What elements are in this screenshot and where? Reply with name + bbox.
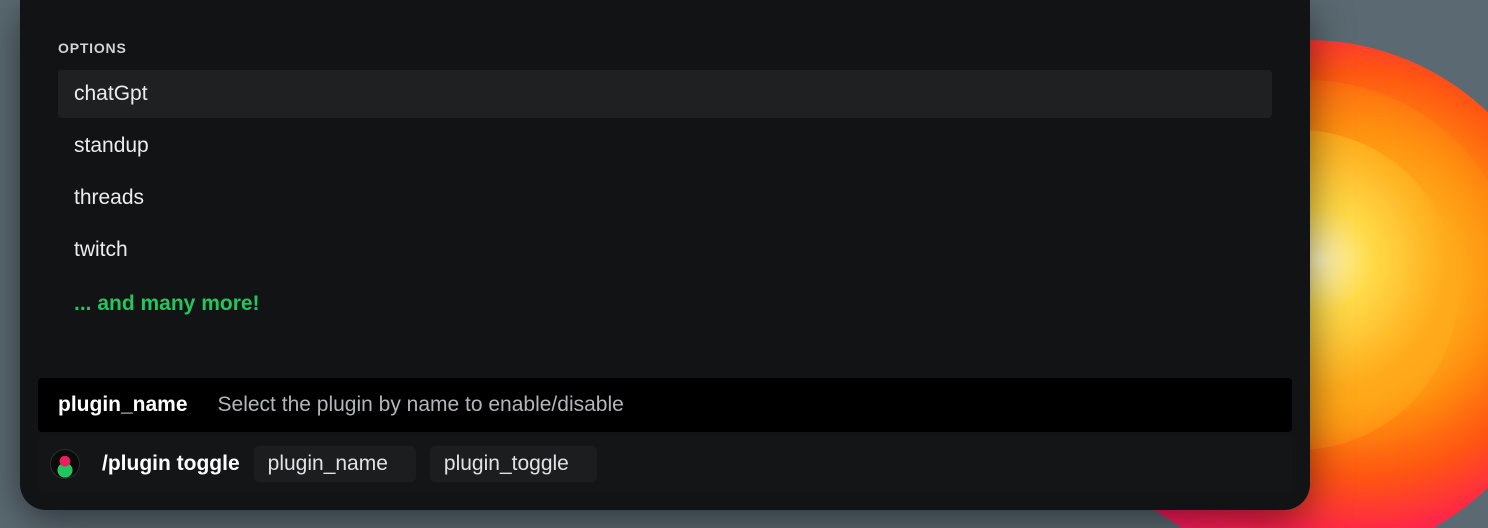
option-item-chatgpt[interactable]: chatGpt (58, 70, 1272, 118)
option-item-twitch[interactable]: twitch (58, 226, 1272, 274)
option-item-threads[interactable]: threads (58, 174, 1272, 222)
option-item-standup[interactable]: standup (58, 122, 1272, 170)
slash-command-text: /plugin toggle (94, 452, 240, 476)
options-panel: OPTIONS chatGpt standup threads twitch .… (20, 0, 1310, 348)
options-header: OPTIONS (38, 40, 1292, 70)
bot-avatar-icon (50, 449, 80, 479)
parameter-hint-bar: plugin_name Select the plugin by name to… (38, 378, 1292, 432)
parameter-description: Select the plugin by name to enable/disa… (218, 393, 624, 417)
command-chip-plugin-toggle[interactable]: plugin_toggle (430, 446, 597, 482)
options-more-label: ... and many more! (58, 280, 1272, 328)
command-chip-plugin-name[interactable]: plugin_name (254, 446, 416, 482)
parameter-name: plugin_name (58, 393, 188, 417)
command-palette-window: OPTIONS chatGpt standup threads twitch .… (20, 0, 1310, 510)
command-input-bar[interactable]: /plugin toggle plugin_name plugin_toggle (38, 436, 1292, 492)
